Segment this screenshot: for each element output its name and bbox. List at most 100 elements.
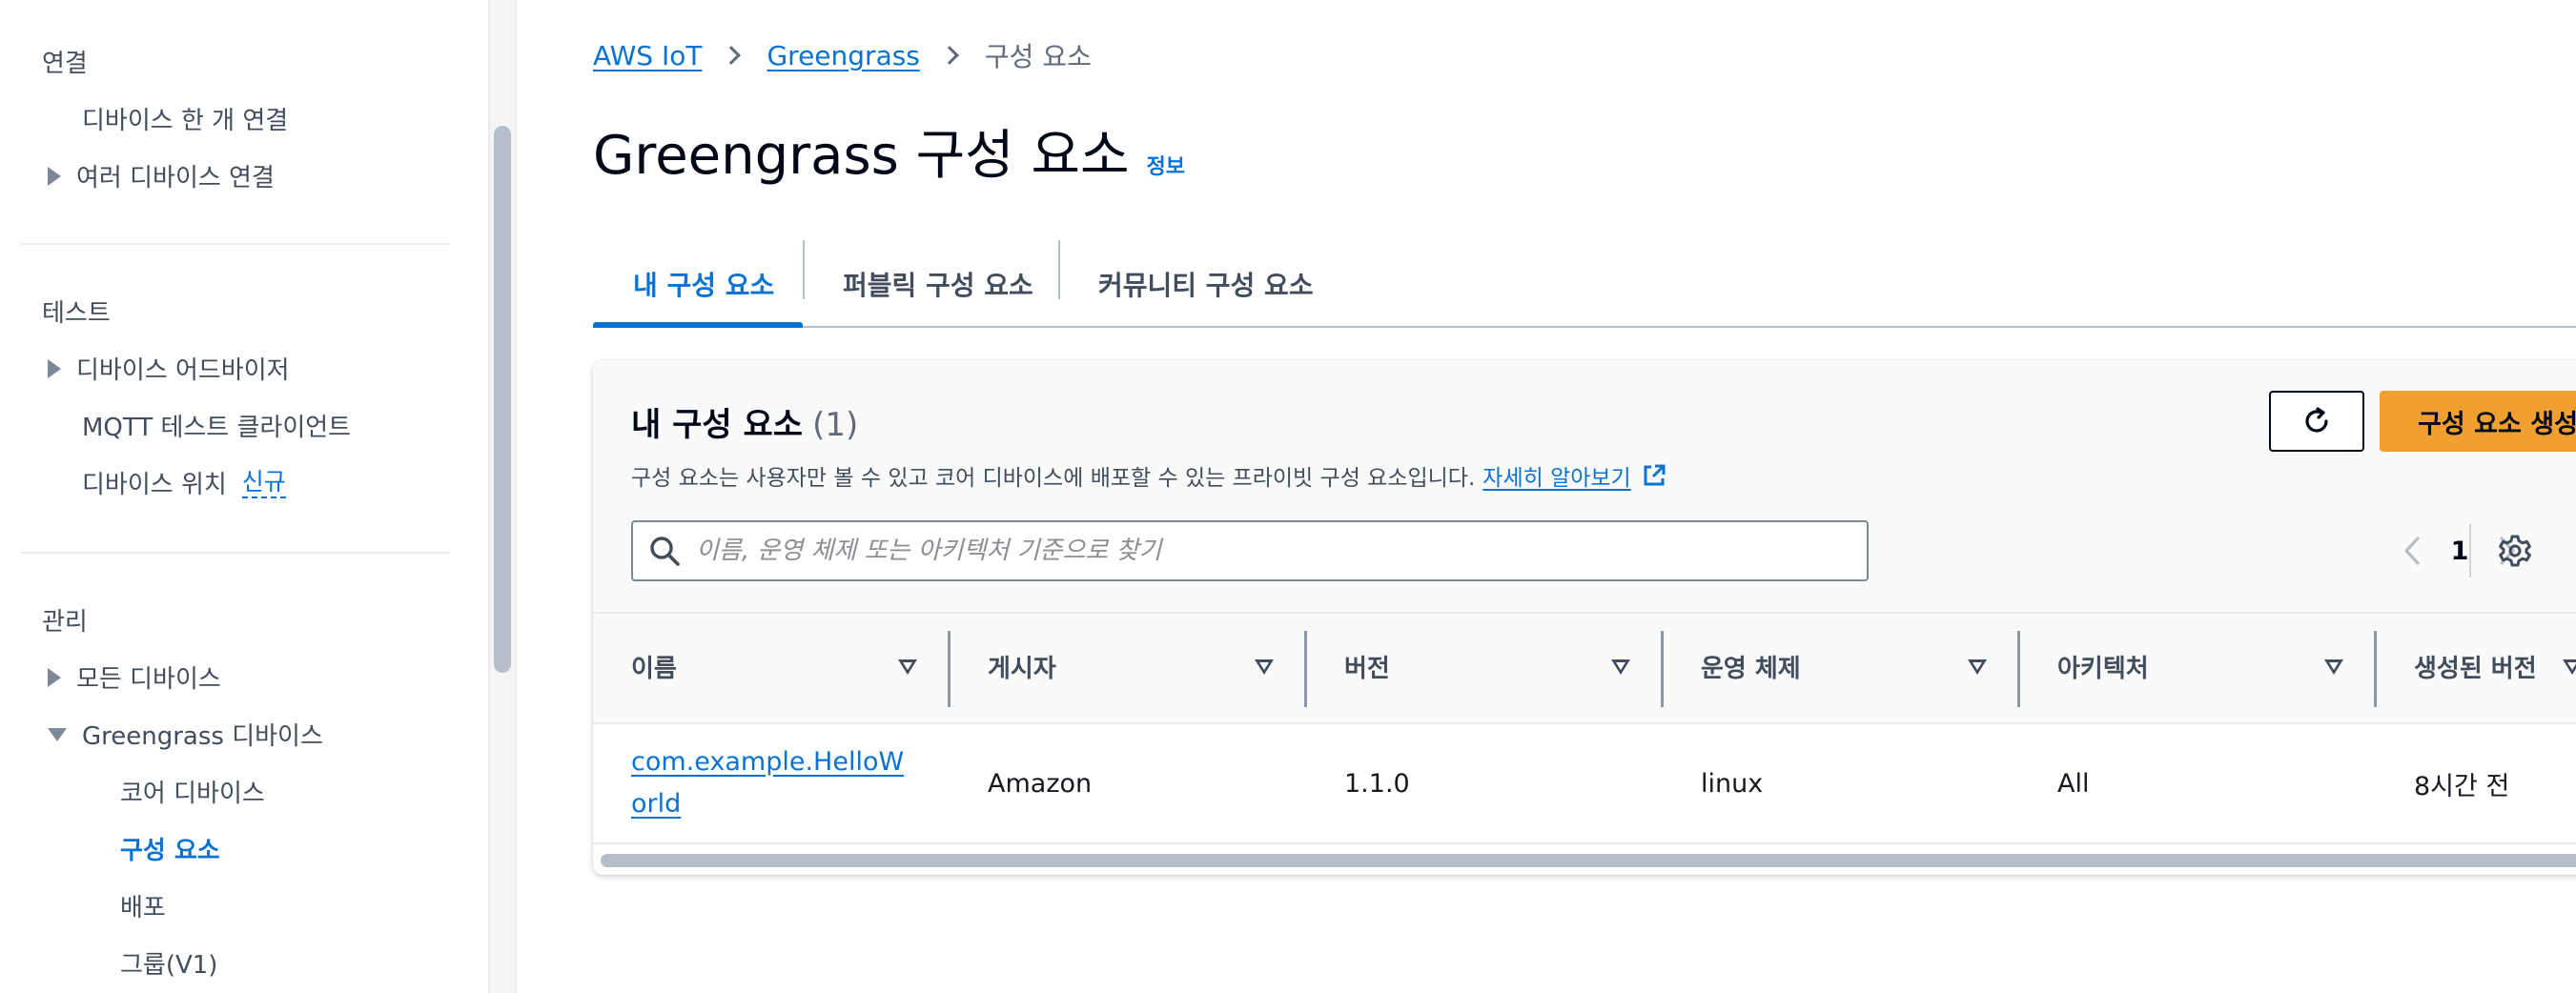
info-link[interactable]: 정보 bbox=[1147, 150, 1185, 180]
column-label: 이름 bbox=[631, 655, 677, 683]
panel-title-text: 내 구성 요소 bbox=[631, 406, 804, 444]
new-badge: 신규 bbox=[241, 468, 286, 498]
sidebar-item-all-devices[interactable]: 모든 디바이스 bbox=[48, 659, 221, 695]
sort-caret-down-icon[interactable] bbox=[1611, 659, 1630, 675]
sidebar-item-label: 모든 디바이스 bbox=[76, 665, 221, 694]
sidebar-item-device-location[interactable]: 디바이스 위치 신규 bbox=[82, 465, 286, 500]
column-resizer[interactable] bbox=[1661, 631, 1664, 707]
nav-section-test-title: 테스트 bbox=[42, 299, 111, 328]
main-content: AWS IoT Greengrass 구성 요소 Greengrass 구성 요… bbox=[517, 0, 2576, 993]
cell-publisher: Amazon bbox=[988, 768, 1093, 799]
column-label: 게시자 bbox=[988, 655, 1056, 683]
side-navigation: 연결 디바이스 한 개 연결 여러 디바이스 연결 테스트 디바이스 어드바이저… bbox=[0, 0, 488, 993]
tab-label: 퍼블릭 구성 요소 bbox=[843, 270, 1033, 301]
sidebar-item-label: 코어 디바이스 bbox=[120, 780, 265, 808]
caret-down-icon[interactable] bbox=[48, 727, 67, 741]
column-resizer[interactable] bbox=[1304, 631, 1307, 707]
column-resizer[interactable] bbox=[948, 631, 951, 707]
refresh-icon bbox=[2305, 407, 2328, 433]
search-icon bbox=[650, 537, 680, 566]
sidebar-item-deployments[interactable]: 배포 bbox=[120, 888, 166, 923]
tab-label: 내 구성 요소 bbox=[633, 270, 775, 301]
sidebar-item-label: 배포 bbox=[120, 894, 166, 922]
breadcrumb-link-aws-iot[interactable]: AWS IoT bbox=[593, 40, 702, 71]
cell-created: 8시간 전 bbox=[2414, 771, 2510, 801]
sidebar-item-connect-one-device[interactable]: 디바이스 한 개 연결 bbox=[82, 101, 288, 136]
learn-more-link[interactable]: 자세히 알아보기 bbox=[1482, 459, 1630, 492]
pager-divider bbox=[2469, 524, 2471, 578]
create-component-button[interactable]: 구성 요소 생성 bbox=[2380, 391, 2576, 452]
table-header: 이름 게시자 버전 운영 체제 아키텍처 생성된 버전 bbox=[593, 612, 2576, 724]
tab-public-components[interactable]: 퍼블릭 구성 요소 bbox=[843, 240, 1033, 328]
column-header-architecture[interactable]: 아키텍처 bbox=[2057, 614, 2334, 724]
caret-right-icon[interactable] bbox=[48, 358, 61, 378]
caret-right-icon[interactable] bbox=[48, 166, 61, 186]
column-header-publisher[interactable]: 게시자 bbox=[988, 614, 1264, 724]
cell-name: com.example.HelloWorld bbox=[631, 724, 908, 842]
tab-community-components[interactable]: 커뮤니티 구성 요소 bbox=[1098, 240, 1314, 328]
column-label: 버전 bbox=[1344, 655, 1390, 683]
pager-prev-button[interactable] bbox=[2393, 524, 2431, 578]
sidebar-item-label: 여러 디바이스 연결 bbox=[76, 164, 275, 193]
sort-caret-down-icon[interactable] bbox=[898, 659, 917, 675]
column-header-os[interactable]: 운영 체제 bbox=[1701, 614, 1977, 724]
sidebar-item-core-devices[interactable]: 코어 디바이스 bbox=[120, 774, 265, 809]
search-input[interactable] bbox=[694, 524, 1838, 578]
chevron-right-icon bbox=[940, 46, 959, 65]
sidebar-scrollbar-thumb[interactable] bbox=[494, 126, 511, 673]
sidebar-item-groups-v1[interactable]: 그룹(V1) bbox=[120, 945, 217, 981]
breadcrumb-current: 구성 요소 bbox=[984, 41, 1092, 72]
sidebar-item-greengrass-devices[interactable]: Greengrass 디바이스 bbox=[48, 717, 323, 752]
refresh-button[interactable] bbox=[2269, 391, 2364, 452]
external-link-icon[interactable] bbox=[1641, 462, 1667, 489]
chevron-right-icon bbox=[722, 46, 742, 65]
sidebar-item-connect-many-devices[interactable]: 여러 디바이스 연결 bbox=[48, 158, 275, 193]
tab-list: 내 구성 요소 퍼블릭 구성 요소 커뮤니티 구성 요소 bbox=[593, 240, 2576, 328]
panel-description-text: 구성 요소는 사용자만 볼 수 있고 코어 디바이스에 배포할 수 있는 프라이… bbox=[631, 466, 1476, 491]
sidebar-item-label: Greengrass 디바이스 bbox=[82, 722, 323, 751]
column-label: 운영 체제 bbox=[1701, 655, 1801, 683]
nav-divider bbox=[21, 243, 450, 245]
table-preferences-button[interactable] bbox=[2490, 526, 2540, 576]
tab-divider bbox=[1058, 240, 1060, 299]
sidebar-item-label: MQTT 테스트 클라이언트 bbox=[82, 414, 352, 442]
nav-section-connect-title: 연결 bbox=[42, 50, 88, 78]
tab-label: 커뮤니티 구성 요소 bbox=[1098, 270, 1314, 301]
page-header: Greengrass 구성 요소 정보 bbox=[593, 112, 1185, 190]
search-field[interactable] bbox=[631, 520, 1869, 581]
sort-caret-down-icon[interactable] bbox=[2563, 659, 2576, 675]
tab-divider bbox=[803, 240, 805, 299]
sidebar-item-device-advisor[interactable]: 디바이스 어드바이저 bbox=[48, 351, 290, 386]
panel-description: 구성 요소는 사용자만 볼 수 있고 코어 디바이스에 배포할 수 있는 프라이… bbox=[631, 459, 1667, 492]
column-header-version[interactable]: 버전 bbox=[1344, 614, 1621, 724]
panel-count: (1) bbox=[812, 406, 859, 444]
panel-title: 내 구성 요소 (1) bbox=[631, 398, 858, 445]
column-header-name[interactable]: 이름 bbox=[631, 614, 908, 724]
breadcrumb: AWS IoT Greengrass 구성 요소 bbox=[593, 36, 1092, 74]
column-resizer[interactable] bbox=[2017, 631, 2020, 707]
sidebar-item-label: 디바이스 위치 bbox=[82, 471, 227, 499]
caret-right-icon[interactable] bbox=[48, 667, 61, 687]
breadcrumb-link-greengrass[interactable]: Greengrass bbox=[767, 40, 919, 71]
pager-current-page[interactable]: 1 bbox=[2431, 537, 2488, 566]
sidebar-item-mqtt-test-client[interactable]: MQTT 테스트 클라이언트 bbox=[82, 408, 351, 443]
sort-caret-down-icon[interactable] bbox=[2324, 659, 2343, 675]
sidebar-item-label: 디바이스 한 개 연결 bbox=[82, 107, 289, 135]
sidebar-item-label: 디바이스 어드바이저 bbox=[76, 356, 290, 385]
sidebar-item-components[interactable]: 구성 요소 bbox=[120, 831, 220, 866]
table-scrollbar-thumb[interactable] bbox=[601, 854, 2576, 867]
column-header-created[interactable]: 생성된 버전 bbox=[2414, 614, 2538, 724]
column-label: 생성된 버전 bbox=[2414, 655, 2537, 683]
sort-caret-down-icon[interactable] bbox=[1255, 659, 1274, 675]
gear-icon bbox=[2499, 535, 2531, 567]
tab-my-components[interactable]: 내 구성 요소 bbox=[633, 240, 774, 328]
table-horizontal-scrollbar[interactable] bbox=[593, 844, 2576, 875]
sidebar-item-label: 구성 요소 bbox=[120, 837, 220, 865]
active-tab-indicator bbox=[593, 322, 803, 328]
sort-caret-down-icon[interactable] bbox=[1968, 659, 1987, 675]
components-table-container: 내 구성 요소 (1) 구성 요소는 사용자만 볼 수 있고 코어 디바이스에 배… bbox=[593, 360, 2576, 875]
column-resizer[interactable] bbox=[2374, 631, 2377, 707]
nav-divider bbox=[21, 552, 450, 554]
component-name-link[interactable]: com.example.HelloWorld bbox=[631, 741, 908, 825]
table-row: com.example.HelloWorld Amazon 1.1.0 linu… bbox=[593, 724, 2576, 844]
